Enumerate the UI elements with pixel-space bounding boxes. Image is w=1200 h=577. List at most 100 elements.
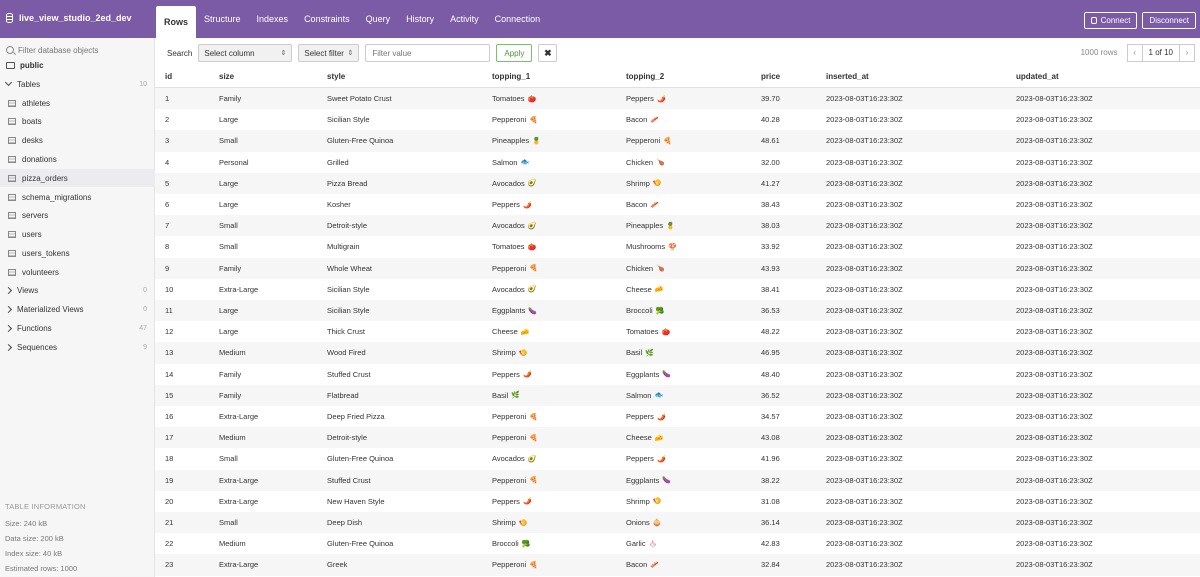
- cell-size: Small: [219, 130, 238, 151]
- tab-rows[interactable]: Rows: [156, 6, 197, 38]
- updown-icon: ⇕: [280, 50, 287, 57]
- disconnect-button[interactable]: Disconnect: [1142, 12, 1196, 29]
- table-row[interactable]: 7 Small Detroit-style Avocados 🥑 Pineapples 🍍 3…: [155, 215, 1200, 237]
- topping-emoji-icon: 🍕: [663, 137, 672, 145]
- tab-history[interactable]: History: [398, 0, 442, 38]
- prev-page-button[interactable]: ‹: [1126, 43, 1143, 62]
- table-row[interactable]: 9 Family Whole Wheat Pepperoni 🍕 Chicken 🍗 43.9…: [155, 257, 1200, 279]
- table-row[interactable]: 2 Large Sicilian Style Pepperoni 🍕 Bacon 🥓 40.2…: [155, 109, 1200, 130]
- sidebar-table-label: pizza_orders: [22, 173, 68, 183]
- table-row[interactable]: 1 Family Sweet Potato Crust Tomatoes 🍅 Pepper…: [155, 88, 1200, 110]
- cell-size-text: Large: [219, 115, 239, 125]
- cell-id: 7: [165, 215, 169, 236]
- table-row[interactable]: 4 Personal Grilled Salmon 🐟 Chicken 🍗 32.00 2023…: [155, 152, 1200, 173]
- tab-constraints[interactable]: Constraints: [296, 0, 358, 38]
- table-row[interactable]: 15 Family Flatbread Basil 🌿 Salmon 🐟 36.52 2023-…: [155, 384, 1200, 406]
- cell-style: Multigrain: [327, 236, 360, 257]
- table-row[interactable]: 3 Small Gluten-Free Quinoa Pineapples 🍍 Peppe…: [155, 130, 1200, 152]
- cell-style: Wood Fired: [327, 342, 366, 363]
- connect-button[interactable]: Connect: [1083, 12, 1138, 29]
- sidebar-table-servers[interactable]: servers: [0, 207, 155, 225]
- sidebar-group-sequences[interactable]: Sequences 9: [0, 338, 155, 356]
- table-row[interactable]: 6 Large Kosher Peppers 🌶️ Bacon 🥓 38.43 2023-08-…: [155, 194, 1200, 215]
- table-row[interactable]: 10 Extra-Large Sicilian Style Avocados 🥑 Chee…: [155, 279, 1200, 300]
- cell-topping-2: Pineapples 🍍: [626, 215, 675, 236]
- column-header-inserted-at[interactable]: inserted_at: [826, 66, 869, 87]
- cell-id-text: 21: [165, 518, 174, 528]
- cell-topping-2: Eggplants 🍆: [626, 364, 671, 385]
- cell-price-text: 32.00: [761, 157, 780, 167]
- sidebar-group-materialized-views[interactable]: Materialized Views 0: [0, 300, 155, 318]
- sidebar-group-functions[interactable]: Functions 47: [0, 319, 155, 337]
- select-column-dropdown[interactable]: Select column ⇕: [198, 44, 293, 62]
- page-indicator[interactable]: 1 of 10: [1142, 43, 1179, 62]
- table-row[interactable]: 16 Extra-Large Deep Fried Pizza Pepperoni 🍕 P…: [155, 406, 1200, 427]
- table-row[interactable]: 12 Large Thick Crust Cheese 🧀 Tomatoes 🍅 48.22 2…: [155, 321, 1200, 342]
- table-row[interactable]: 22 Medium Gluten-Free Quinoa Broccoli 🥦 Garli…: [155, 533, 1200, 554]
- sidebar-table-users[interactable]: users: [0, 226, 155, 244]
- topping-emoji-icon: 🍗: [656, 159, 665, 167]
- tables-count: 10: [139, 80, 147, 88]
- tab-structure[interactable]: Structure: [196, 0, 249, 38]
- filter-value-input[interactable]: [365, 44, 491, 62]
- cell-topping-2-text: Cheese: [626, 433, 652, 443]
- tab-activity[interactable]: Activity: [442, 0, 487, 38]
- cell-id: 17: [165, 427, 173, 448]
- column-header-updated-at[interactable]: updated_at: [1016, 66, 1059, 87]
- database-title[interactable]: live_view_studio_2ed_dev: [6, 13, 132, 23]
- cell-id-text: 11: [165, 306, 173, 316]
- table-row[interactable]: 18 Small Gluten-Free Quinoa Avocados 🥑 Pepper…: [155, 448, 1200, 469]
- table-icon: [8, 268, 16, 276]
- column-header-price[interactable]: price: [761, 66, 780, 87]
- tab-indexes[interactable]: Indexes: [249, 0, 297, 38]
- sidebar-table-schema-migrations[interactable]: schema_migrations: [0, 188, 155, 206]
- table-row[interactable]: 19 Extra-Large Stuffed Crust Pepperoni 🍕 Eggp…: [155, 469, 1200, 491]
- column-header-topping-2[interactable]: topping_2: [626, 66, 664, 87]
- table-row[interactable]: 13 Medium Wood Fired Shrimp 🍤 Basil 🌿 46.95 2023…: [155, 342, 1200, 364]
- apply-button[interactable]: Apply: [496, 44, 533, 62]
- table-row[interactable]: 17 Medium Detroit-style Pepperoni 🍕 Cheese 🧀 43…: [155, 427, 1200, 449]
- table-row[interactable]: 11 Large Sicilian Style Eggplants 🍆 Broccoli 🥦…: [155, 300, 1200, 322]
- column-header-size[interactable]: size: [219, 66, 234, 87]
- cell-price-text: 32.84: [761, 560, 780, 570]
- sidebar-table-boats[interactable]: boats: [0, 113, 155, 131]
- table-row[interactable]: 21 Small Deep Dish Shrimp 🍤 Onions 🧅 36.14 2023-…: [155, 512, 1200, 534]
- topping-emoji-icon: 🍅: [527, 95, 537, 103]
- cell-id-text: 6: [165, 200, 170, 210]
- cell-inserted-at: 2023-08-03T16:23:30Z: [826, 306, 903, 316]
- sidebar-table-pizza-orders[interactable]: pizza_orders: [0, 169, 155, 188]
- sidebar-table-athletes[interactable]: athletes: [0, 94, 155, 112]
- sidebar-table-volunteers[interactable]: volunteers: [0, 263, 155, 281]
- next-page-button[interactable]: ›: [1179, 43, 1195, 62]
- tables-group[interactable]: Tables 10: [0, 75, 155, 93]
- select-filter-dropdown[interactable]: Select filter ⇕: [298, 44, 360, 62]
- table-row[interactable]: 14 Family Stuffed Crust Peppers 🌶️ Eggplants 🍆…: [155, 364, 1200, 385]
- cell-id-text: 12: [165, 327, 174, 337]
- clear-filter-button[interactable]: ✖: [538, 44, 558, 62]
- table-row[interactable]: 23 Extra-Large Greek Pepperoni 🍕 Bacon 🥓 32.84 2…: [155, 554, 1200, 576]
- cell-size-text: Medium: [219, 539, 246, 549]
- schema-public[interactable]: public: [0, 56, 155, 74]
- tab-connection[interactable]: Connection: [487, 0, 549, 38]
- column-header-topping-1[interactable]: topping_1: [492, 66, 530, 87]
- column-header-id[interactable]: id: [165, 66, 172, 87]
- sidebar-table-donations[interactable]: donations: [0, 150, 155, 168]
- sidebar-table-label: users_tokens: [22, 248, 70, 258]
- topping-emoji-icon: 🍤: [652, 498, 662, 506]
- cell-topping-2: Cheese 🧀: [626, 279, 664, 300]
- column-header-style[interactable]: style: [327, 66, 345, 87]
- cell-price-text: 42.83: [761, 539, 780, 549]
- cell-topping-2-text: Garlic: [626, 539, 646, 549]
- tab-query[interactable]: Query: [358, 0, 399, 38]
- cell-updated-at: 2023-08-03T16:23:30Z: [1016, 200, 1093, 210]
- table-row[interactable]: 20 Extra-Large New Haven Style Peppers 🌶️ Shr…: [155, 491, 1200, 512]
- cell-size: Small: [219, 448, 238, 469]
- table-row[interactable]: 8 Small Multigrain Tomatoes 🍅 Mushrooms 🍄 33.92…: [155, 236, 1200, 257]
- sidebar-group-views[interactable]: Views 0: [0, 281, 155, 299]
- filter-objects-input[interactable]: [18, 45, 138, 55]
- sidebar-table-users-tokens[interactable]: users_tokens: [0, 244, 155, 262]
- table-row[interactable]: 5 Large Pizza Bread Avocados 🥑 Shrimp 🍤 41.27 20…: [155, 172, 1200, 194]
- chevron-right-icon: [4, 324, 13, 332]
- cell-updated-at: 2023-08-03T16:23:30Z: [1016, 560, 1093, 570]
- sidebar-table-desks[interactable]: desks: [0, 132, 155, 150]
